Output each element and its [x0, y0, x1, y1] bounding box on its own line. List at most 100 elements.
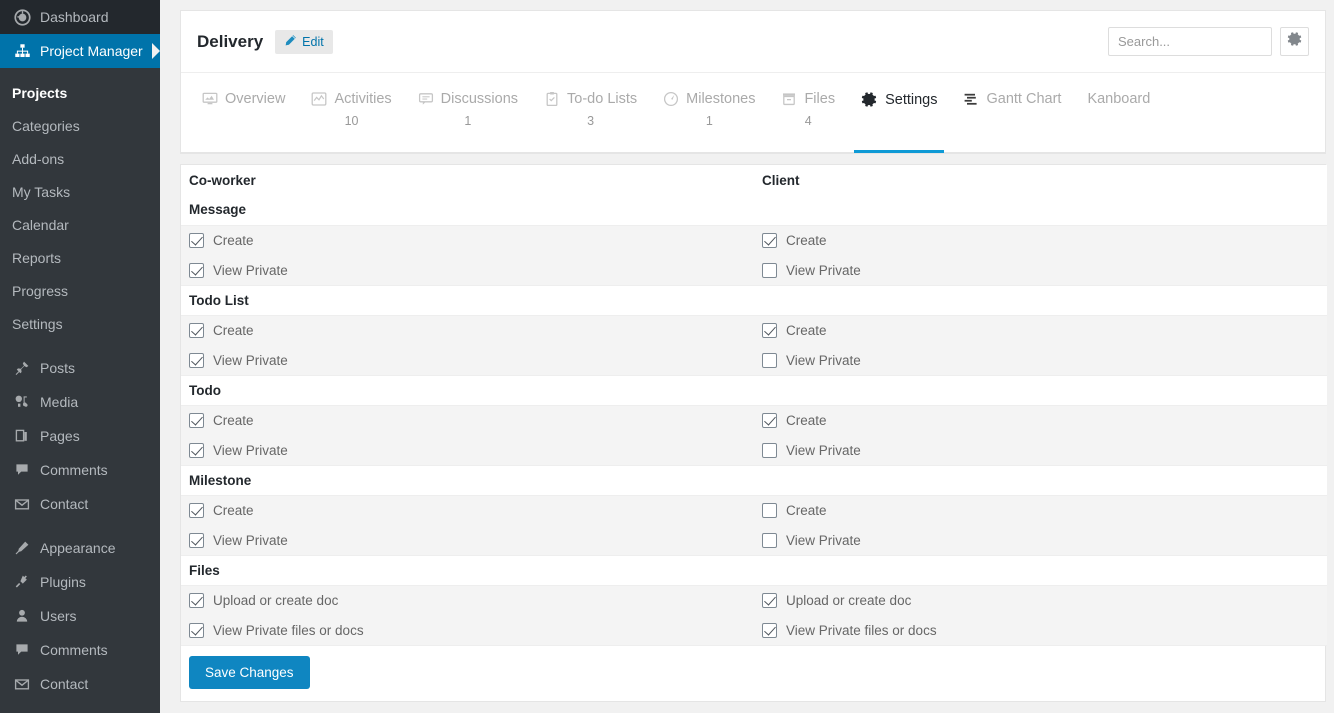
- tab-discussions[interactable]: Discussions 1: [405, 73, 531, 153]
- checkbox-coworker-milestone-view-private[interactable]: [189, 532, 204, 548]
- checkbox-coworker-files-upload[interactable]: [189, 592, 204, 608]
- option-label: Upload or create doc: [213, 592, 339, 608]
- sidebar-divider-3: [0, 701, 160, 711]
- chat-icon: [418, 91, 434, 107]
- checkbox-coworker-todo-list-create[interactable]: [189, 322, 204, 338]
- sidebar-item-posts[interactable]: Posts: [0, 351, 160, 385]
- edit-button[interactable]: Edit: [275, 29, 333, 54]
- checkbox-coworker-message-create[interactable]: [189, 232, 204, 248]
- checkbox-coworker-todo-list-view-private[interactable]: [189, 352, 204, 368]
- tab-milestones[interactable]: Milestones 1: [650, 73, 768, 153]
- checkbox-client-todo-list-view-private[interactable]: [762, 352, 777, 368]
- sitemap-icon: [12, 41, 32, 61]
- sidebar-item-dashboard[interactable]: Dashboard: [0, 0, 160, 34]
- tab-files[interactable]: Files 4: [768, 73, 848, 153]
- cell-coworker: View Private: [181, 435, 754, 466]
- sidebar-item-contact-2[interactable]: Contact: [0, 667, 160, 701]
- option-label: Create: [213, 502, 254, 518]
- group-name: Milestone: [181, 465, 754, 496]
- group-name-spacer: [754, 555, 1327, 586]
- table-row: Upload or create doc Upload or create do…: [181, 585, 1327, 615]
- checkbox-client-todo-view-private[interactable]: [762, 442, 777, 458]
- sidebar-item-comments-2[interactable]: Comments: [0, 633, 160, 667]
- cell-client: Create: [754, 405, 1327, 435]
- sidebar-subitem-projects[interactable]: Projects: [0, 77, 160, 110]
- sidebar-item-project-manager[interactable]: Project Manager: [0, 34, 160, 68]
- project-tabs: Overview Activities 10 Discussions 1 To-…: [181, 73, 1325, 153]
- activity-icon: [311, 91, 327, 107]
- settings-gear-button[interactable]: [1280, 27, 1309, 56]
- tab-label: To-do Lists: [567, 91, 638, 107]
- sidebar-item-comments[interactable]: Comments: [0, 453, 160, 487]
- sidebar-item-contact[interactable]: Contact: [0, 487, 160, 521]
- checkbox-coworker-todo-create[interactable]: [189, 412, 204, 428]
- sidebar-top-group: Dashboard Project Manager: [0, 0, 160, 68]
- project-panel: Delivery Edit Search... Overview Activit…: [180, 10, 1326, 154]
- sidebar-submenu: Projects Categories Add-ons My Tasks Cal…: [0, 77, 160, 341]
- sidebar-group-one: Posts Media Pages Comments Contact: [0, 351, 160, 521]
- checkbox-client-files-upload[interactable]: [762, 592, 777, 608]
- tab-overview[interactable]: Overview: [189, 73, 298, 153]
- checkbox-coworker-message-view-private[interactable]: [189, 262, 204, 278]
- checkbox-client-files-view-private[interactable]: [762, 622, 777, 638]
- tab-gantt-chart[interactable]: Gantt Chart: [950, 73, 1074, 153]
- table-row: View Private View Private: [181, 255, 1327, 286]
- group-header-todo: Todo: [181, 375, 1327, 406]
- sidebar-divider-2: [0, 521, 160, 531]
- checkbox-coworker-files-view-private[interactable]: [189, 622, 204, 638]
- tab-label: Discussions: [440, 91, 519, 107]
- checkbox-client-todo-create[interactable]: [762, 412, 777, 428]
- sidebar-subitem-calendar[interactable]: Calendar: [0, 209, 160, 242]
- sidebar-subitem-categories[interactable]: Categories: [0, 110, 160, 143]
- comment-bubble-icon: [12, 460, 32, 480]
- checkbox-coworker-milestone-create[interactable]: [189, 502, 204, 518]
- pencil-icon: [284, 34, 297, 50]
- milestone-icon: [663, 91, 679, 107]
- cell-coworker: Upload or create doc: [181, 585, 754, 615]
- sidebar-item-appearance[interactable]: Appearance: [0, 531, 160, 565]
- table-row: Create Create: [181, 495, 1327, 525]
- checkbox-client-message-view-private[interactable]: [762, 262, 777, 278]
- table-row: View Private files or docs View Private …: [181, 615, 1327, 646]
- checkbox-client-milestone-view-private[interactable]: [762, 532, 777, 548]
- group-name: Todo List: [181, 285, 754, 316]
- group-name: Todo: [181, 375, 754, 406]
- monitor-icon: [202, 91, 218, 107]
- sidebar-subitem-add-ons[interactable]: Add-ons: [0, 143, 160, 176]
- cell-client: View Private: [754, 435, 1327, 466]
- sidebar-item-plugins[interactable]: Plugins: [0, 565, 160, 599]
- save-changes-button[interactable]: Save Changes: [189, 655, 310, 689]
- user-icon: [12, 606, 32, 626]
- checkbox-client-milestone-create[interactable]: [762, 502, 777, 518]
- option-label: Create: [786, 412, 827, 428]
- option-label: View Private: [213, 532, 288, 548]
- option-label: Create: [786, 322, 827, 338]
- paintbrush-icon: [12, 538, 32, 558]
- tab-activities[interactable]: Activities 10: [298, 73, 404, 153]
- sidebar-subitem-reports[interactable]: Reports: [0, 242, 160, 275]
- group-header-files: Files: [181, 555, 1327, 586]
- sidebar-subitem-progress[interactable]: Progress: [0, 275, 160, 308]
- tab-kanboard[interactable]: Kanboard: [1074, 73, 1163, 153]
- tab-count: 10: [344, 114, 359, 128]
- cell-client: Upload or create doc: [754, 585, 1327, 615]
- clipboard-icon: [544, 91, 560, 107]
- checkbox-client-todo-list-create[interactable]: [762, 322, 777, 338]
- checkbox-client-message-create[interactable]: [762, 232, 777, 248]
- sidebar-subitem-settings[interactable]: Settings: [0, 308, 160, 341]
- sidebar-item-pages[interactable]: Pages: [0, 419, 160, 453]
- pin-icon: [12, 358, 32, 378]
- sidebar-item-users[interactable]: Users: [0, 599, 160, 633]
- tab-settings[interactable]: Settings: [848, 73, 950, 153]
- sidebar-item-media[interactable]: Media: [0, 385, 160, 419]
- tab-label: Settings: [885, 91, 938, 108]
- sidebar-item-label: Contact: [40, 676, 89, 692]
- search-input[interactable]: [1108, 27, 1272, 56]
- option-label: View Private: [213, 442, 288, 458]
- checkbox-coworker-todo-view-private[interactable]: [189, 442, 204, 458]
- sidebar-subitem-my-tasks[interactable]: My Tasks: [0, 176, 160, 209]
- tab-to-do-lists[interactable]: To-do Lists 3: [531, 73, 650, 153]
- cell-client: Create: [754, 225, 1327, 255]
- option-label: Create: [213, 232, 254, 248]
- table-row: View Private View Private: [181, 345, 1327, 376]
